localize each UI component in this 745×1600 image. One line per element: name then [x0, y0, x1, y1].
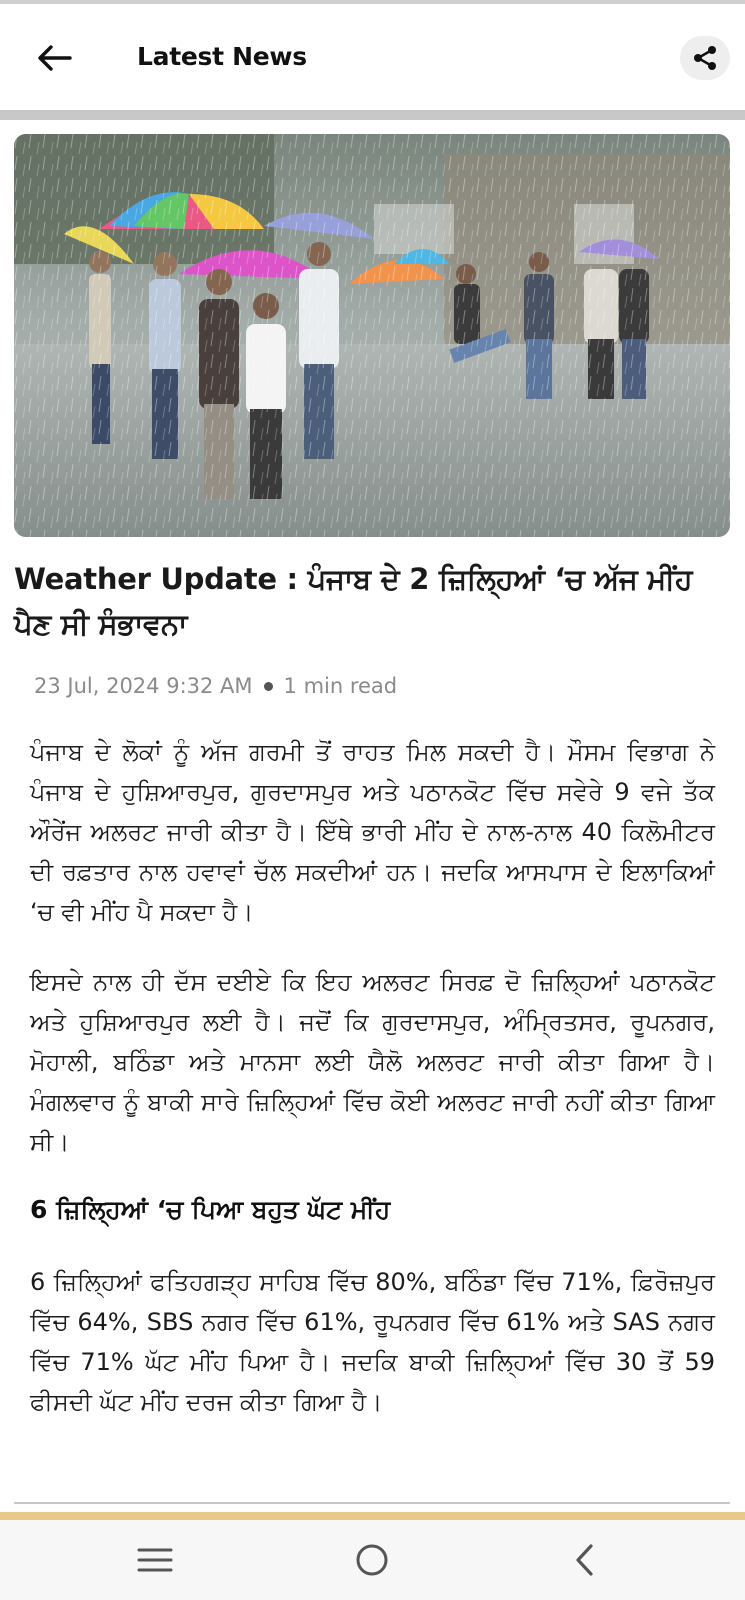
article-meta: 23 Jul, 2024 9:32 AM 1 min read [34, 674, 397, 698]
article-paragraph: ਪੰਜਾਬ ਦੇ ਲੋਕਾਂ ਨੂੰ ਅੱਜ ਗਰਮੀ ਤੋਂ ਰਾਹਤ ਮਿਲ… [30, 738, 715, 926]
share-button[interactable] [680, 36, 730, 80]
chevron-left-icon [576, 1544, 593, 1576]
article-paragraph: 6 ਜ਼ਿਲ੍ਹਿਆਂ ਫਤਿਹਗੜ੍ਹ ਸਾਹਿਬ ਵਿੱਚ 80%, ਬਠਿ… [30, 1268, 715, 1416]
article-image [14, 134, 730, 537]
article-paragraph: ਇਸਦੇ ਨਾਲ ਹੀ ਦੱਸ ਦਈਏ ਕਿ ਇਹ ਅਲਰਟ ਸਿਰਫ਼ ਦੋ … [30, 968, 715, 1156]
system-back-button[interactable] [555, 1532, 615, 1588]
content-end-divider [14, 1502, 730, 1504]
recents-button[interactable] [125, 1532, 185, 1588]
app-bar: Latest News [0, 4, 745, 110]
home-button[interactable] [342, 1532, 402, 1588]
publish-date: 23 Jul, 2024 9:32 AM [34, 674, 253, 698]
back-button[interactable] [30, 34, 78, 82]
page-title: Latest News [137, 42, 307, 71]
read-time: 1 min read [283, 674, 398, 698]
system-navigation-bar [0, 1520, 745, 1600]
article-headline: Weather Update : ਪੰਜਾਬ ਦੇ 2 ਜ਼ਿਲ੍ਹਿਆਂ ‘ਚ… [14, 562, 693, 641]
menu-lines-icon [137, 1548, 173, 1572]
rain-photo [14, 134, 730, 537]
article-subheading: 6 ਜ਼ਿਲ੍ਹਿਆਂ ‘ਚ ਪਿਆ ਬਹੁਤ ਘੱਟ ਮੀਂਹ [30, 1195, 391, 1224]
meta-separator-dot [263, 681, 273, 691]
arrow-left-icon [38, 45, 72, 71]
header-divider [0, 110, 745, 120]
share-icon [694, 46, 716, 70]
accent-strip [0, 1512, 745, 1520]
home-circle-icon [356, 1544, 388, 1576]
